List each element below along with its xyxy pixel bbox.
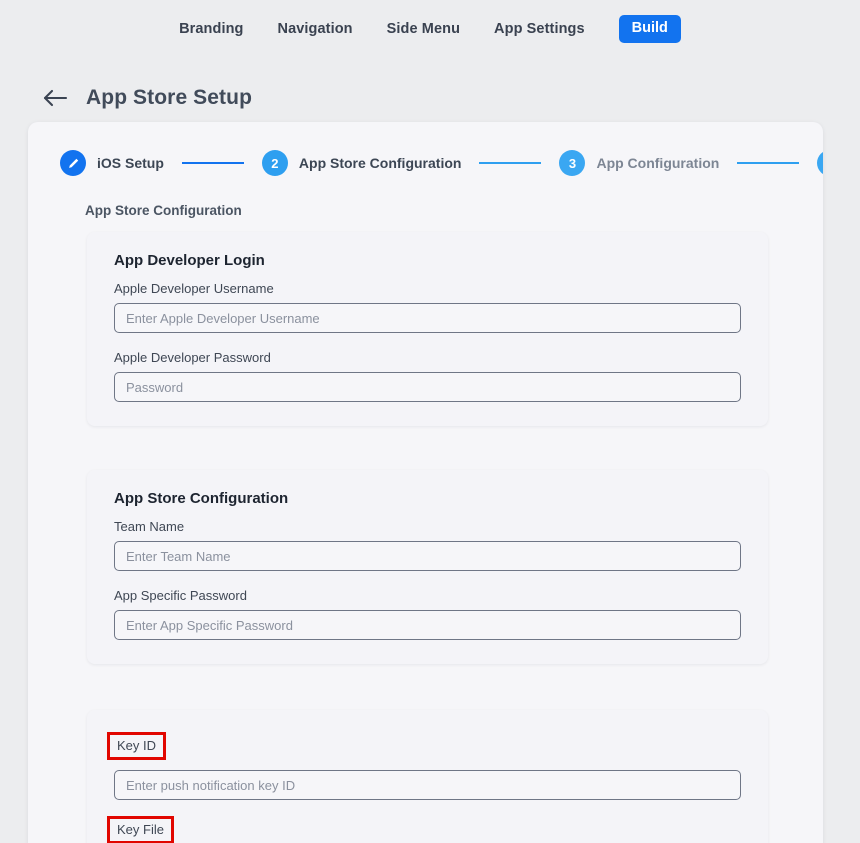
nav-link-app-settings[interactable]: App Settings — [494, 21, 585, 37]
stepper-connector-1 — [182, 162, 244, 164]
input-team-name[interactable] — [114, 541, 741, 571]
stepper-step-ios-setup[interactable]: iOS Setup — [60, 150, 164, 176]
card-push-notification-keys: Key ID Key File Choose File No file chos… — [87, 710, 768, 843]
label-apple-developer-username: Apple Developer Username — [114, 281, 274, 296]
page-header: App Store Setup — [0, 58, 860, 116]
input-key-id[interactable] — [114, 770, 741, 800]
label-key-file: Key File — [107, 816, 174, 843]
label-app-specific-password: App Specific Password — [114, 588, 247, 603]
label-apple-developer-password: Apple Developer Password — [114, 350, 271, 365]
stepper-badge-3: 3 — [559, 150, 585, 176]
input-apple-developer-username[interactable] — [114, 303, 741, 333]
top-navigation-bar: Branding Navigation Side Menu App Settin… — [0, 0, 860, 58]
arrow-left-icon[interactable] — [42, 87, 68, 109]
label-team-name: Team Name — [114, 519, 184, 534]
input-apple-developer-password[interactable] — [114, 372, 741, 402]
stepper-step-done[interactable]: 4 Done — [817, 150, 823, 176]
card-title-app-developer-login: App Developer Login — [114, 252, 741, 269]
nav-link-branding[interactable]: Branding — [179, 21, 243, 37]
stepper-step-app-store-configuration[interactable]: 2 App Store Configuration — [262, 150, 462, 176]
stepper-label-app-configuration: App Configuration — [596, 155, 719, 171]
setup-stepper: iOS Setup 2 App Store Configuration 3 Ap… — [28, 122, 823, 176]
card-title-app-store-configuration: App Store Configuration — [114, 490, 741, 507]
page-title: App Store Setup — [86, 86, 252, 110]
pencil-icon — [60, 150, 86, 176]
nav-link-navigation[interactable]: Navigation — [278, 21, 353, 37]
nav-link-side-menu[interactable]: Side Menu — [387, 21, 460, 37]
label-key-id: Key ID — [107, 732, 166, 760]
stepper-step-app-configuration[interactable]: 3 App Configuration — [559, 150, 719, 176]
setup-panel: iOS Setup 2 App Store Configuration 3 Ap… — [28, 122, 823, 843]
stepper-badge-2: 2 — [262, 150, 288, 176]
stepper-label-ios-setup: iOS Setup — [97, 155, 164, 171]
stepper-connector-2 — [479, 162, 541, 164]
card-app-store-configuration: App Store Configuration Team Name App Sp… — [87, 470, 768, 664]
stepper-connector-3 — [737, 162, 799, 164]
build-button[interactable]: Build — [619, 15, 681, 43]
section-title: App Store Configuration — [28, 176, 823, 218]
stepper-label-app-store-configuration: App Store Configuration — [299, 155, 462, 171]
input-app-specific-password[interactable] — [114, 610, 741, 640]
card-app-developer-login: App Developer Login Apple Developer User… — [87, 232, 768, 426]
stepper-badge-4: 4 — [817, 150, 823, 176]
